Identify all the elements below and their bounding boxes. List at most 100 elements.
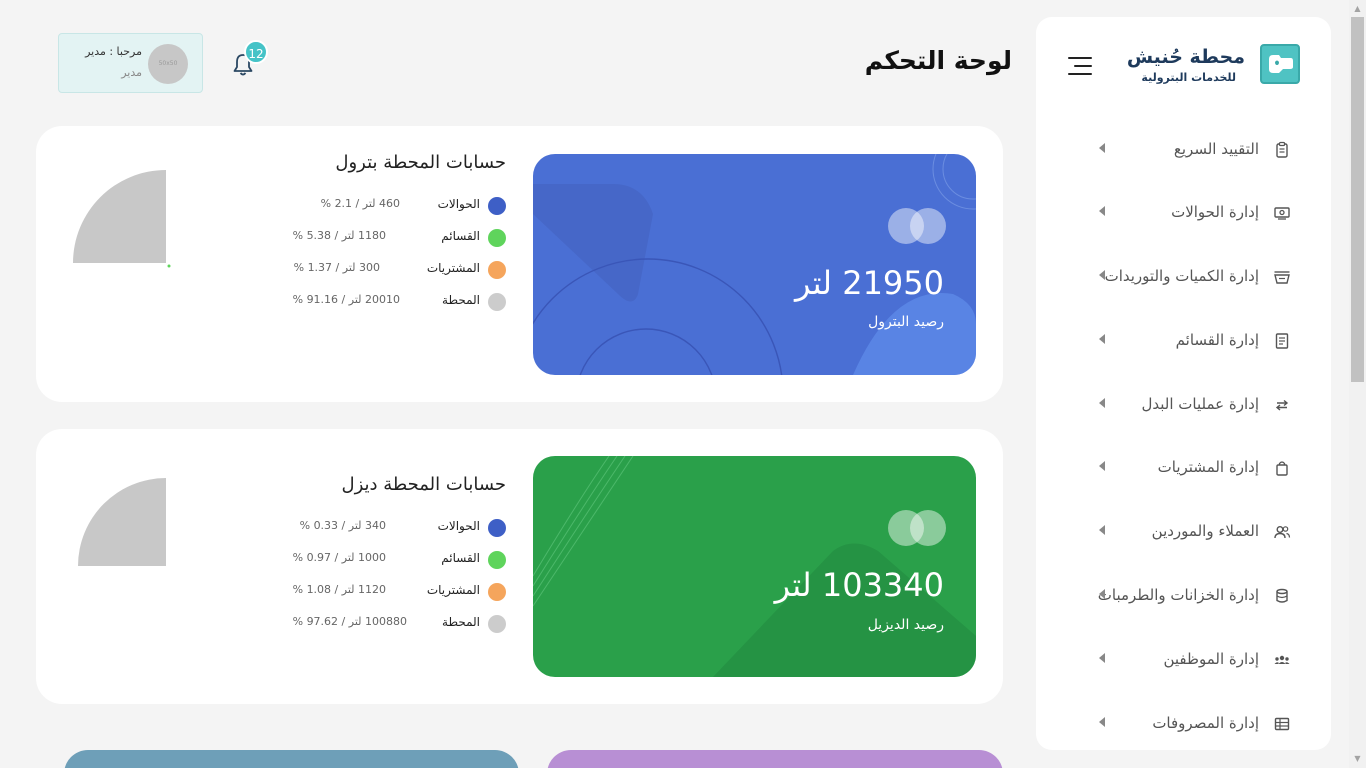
legend-name: القسائم: [441, 229, 480, 243]
chevron-left-icon: [1099, 270, 1105, 280]
sidebar-item-label: إدارة القسائم: [1175, 331, 1259, 349]
chevron-left-icon: [1099, 143, 1105, 153]
chevron-left-icon: [1099, 398, 1105, 408]
card-chip-icon: [888, 208, 946, 244]
petrol-pie-chart: [73, 170, 171, 268]
legend-dot: [488, 261, 506, 279]
sidebar-item-exchanges[interactable]: إدارة عمليات البدل: [1086, 390, 1291, 420]
chevron-left-icon: [1099, 653, 1105, 663]
petrol-accounts-title: حسابات المحطة بترول: [335, 152, 506, 173]
legend-row: الحوالات 460 لتر / 2.1 %: [296, 196, 506, 216]
legend-name: الحوالات: [437, 197, 480, 211]
sidebar-item-transfers[interactable]: إدارة الحوالات: [1086, 198, 1291, 228]
sidebar-item-employees[interactable]: إدارة الموظفين: [1086, 645, 1291, 675]
legend-name: المحطة: [442, 615, 480, 629]
user-role: مدير: [121, 66, 142, 79]
chevron-left-icon: [1099, 589, 1105, 599]
legend-name: الحوالات: [437, 519, 480, 533]
scroll-down-arrow-icon[interactable]: ▼: [1351, 752, 1364, 766]
legend-name: المشتريات: [426, 583, 480, 597]
ledger-icon: [1274, 717, 1290, 731]
legend-name: المحطة: [442, 293, 480, 307]
legend-value: 340 لتر / 0.33 %: [299, 519, 386, 532]
diesel-panel: 103340 لتر رصيد الديزيل حسابات المحطة دي…: [36, 429, 1003, 704]
petrol-balance-card[interactable]: 21950 لتر رصيد البترول: [533, 154, 976, 375]
card-chip-icon: [888, 510, 946, 546]
petrol-balance-amount: 21950 لتر: [794, 264, 944, 302]
legend-value: 1180 لتر / 5.38 %: [292, 229, 386, 242]
chevron-left-icon: [1099, 206, 1105, 216]
sidebar-item-label: إدارة الخزانات والطرمبات: [1097, 586, 1259, 604]
diesel-pie-chart: [78, 478, 166, 566]
legend-dot: [488, 615, 506, 633]
sidebar-item-quick-entry[interactable]: التقييد السريع: [1086, 135, 1291, 165]
swap-arrows-icon: [1275, 399, 1289, 411]
legend-name: المشتريات: [426, 261, 480, 275]
legend-value: 1000 لتر / 0.97 %: [292, 551, 386, 564]
users-icon: [1274, 526, 1291, 539]
legend-row: المحطة 100880 لتر / 97.62 %: [292, 614, 506, 634]
team-icon: [1274, 655, 1290, 664]
sidebar-item-purchases[interactable]: إدارة المشتريات: [1086, 453, 1291, 483]
legend-row: الحوالات 340 لتر / 0.33 %: [296, 518, 506, 538]
legend-value: 300 لتر / 1.37 %: [293, 261, 380, 274]
sidebar-item-label: التقييد السريع: [1173, 140, 1259, 158]
brand[interactable]: محطة حُنيش للخدمات البترولية: [1127, 44, 1302, 86]
legend-value: 100880 لتر / 97.62 %: [292, 615, 407, 628]
brand-subtitle: للخدمات البترولية: [1141, 71, 1236, 84]
legend-value: 460 لتر / 2.1 %: [320, 197, 400, 210]
legend-row: المشتريات 300 لتر / 1.37 %: [293, 260, 506, 280]
legend-dot: [488, 583, 506, 601]
sidebar-item-tanks-pumps[interactable]: إدارة الخزانات والطرمبات: [1086, 581, 1291, 611]
avatar: 50x50: [148, 44, 188, 84]
sidebar-item-label: إدارة الكميات والتوريدات: [1104, 267, 1259, 285]
user-greeting: مرحبا : مدير: [85, 45, 142, 58]
chevron-left-icon: [1099, 717, 1105, 727]
legend-name: القسائم: [441, 551, 480, 565]
legend-row: المحطة 20010 لتر / 91.16 %: [292, 292, 506, 312]
sidebar-item-label: إدارة الحوالات: [1171, 203, 1259, 221]
menu-toggle-icon[interactable]: [1068, 57, 1092, 77]
sidebar-item-vouchers[interactable]: إدارة القسائم: [1086, 326, 1291, 356]
petrol-balance-label: رصيد البترول: [868, 314, 944, 330]
diesel-accounts-title: حسابات المحطة ديزل: [341, 474, 506, 495]
chevron-left-icon: [1099, 525, 1105, 535]
clipboard-icon: [1276, 141, 1288, 158]
bottom-card-right: [547, 750, 1003, 768]
receipt-icon: [1275, 333, 1289, 349]
sidebar-item-label: إدارة المصروفات: [1152, 714, 1259, 732]
chevron-left-icon: [1099, 461, 1105, 471]
sidebar-item-label: إدارة المشتريات: [1157, 458, 1259, 476]
legend-row: القسائم 1000 لتر / 0.97 %: [292, 550, 506, 570]
page-scrollbar-thumb[interactable]: [1351, 17, 1364, 382]
chevron-left-icon: [1099, 334, 1105, 344]
sidebar-item-expenses[interactable]: إدارة المصروفات: [1086, 709, 1291, 739]
legend-value: 20010 لتر / 91.16 %: [292, 293, 400, 306]
notifications-count-badge: 12: [244, 40, 268, 64]
legend-dot: [488, 229, 506, 247]
database-icon: [1276, 588, 1288, 603]
legend-row: القسائم 1180 لتر / 5.38 %: [292, 228, 506, 248]
bottom-card-left: [64, 750, 519, 768]
legend-dot: [488, 519, 506, 537]
user-profile[interactable]: 50x50 مرحبا : مدير مدير: [58, 33, 203, 93]
diesel-balance-amount: 103340 لتر: [774, 566, 944, 604]
legend-row: المشتريات 1120 لتر / 1.08 %: [293, 582, 506, 602]
sidebar: محطة حُنيش للخدمات البترولية التقييد الس…: [1036, 17, 1331, 750]
sidebar-item-label: العملاء والموردين: [1151, 522, 1259, 540]
money-transfer-icon: [1274, 207, 1290, 220]
legend-dot: [488, 551, 506, 569]
sidebar-item-customers-suppliers[interactable]: العملاء والموردين: [1086, 517, 1291, 547]
basket-icon: [1274, 271, 1290, 284]
fuel-nozzle-logo-icon: [1260, 44, 1300, 84]
scroll-up-arrow-icon[interactable]: ▲: [1351, 2, 1364, 16]
page-title: لوحة التحكم: [864, 46, 1012, 75]
sidebar-item-label: إدارة الموظفين: [1163, 650, 1259, 668]
petrol-panel: 21950 لتر رصيد البترول حسابات المحطة بتر…: [36, 126, 1003, 402]
diesel-balance-card[interactable]: 103340 لتر رصيد الديزيل: [533, 456, 976, 677]
sidebar-item-label: إدارة عمليات البدل: [1141, 395, 1260, 413]
shopping-bag-icon: [1276, 461, 1288, 476]
diesel-balance-label: رصيد الديزيل: [867, 617, 944, 633]
sidebar-item-quantities[interactable]: إدارة الكميات والتوريدات: [1086, 262, 1291, 292]
brand-name: محطة حُنيش: [1126, 46, 1245, 68]
